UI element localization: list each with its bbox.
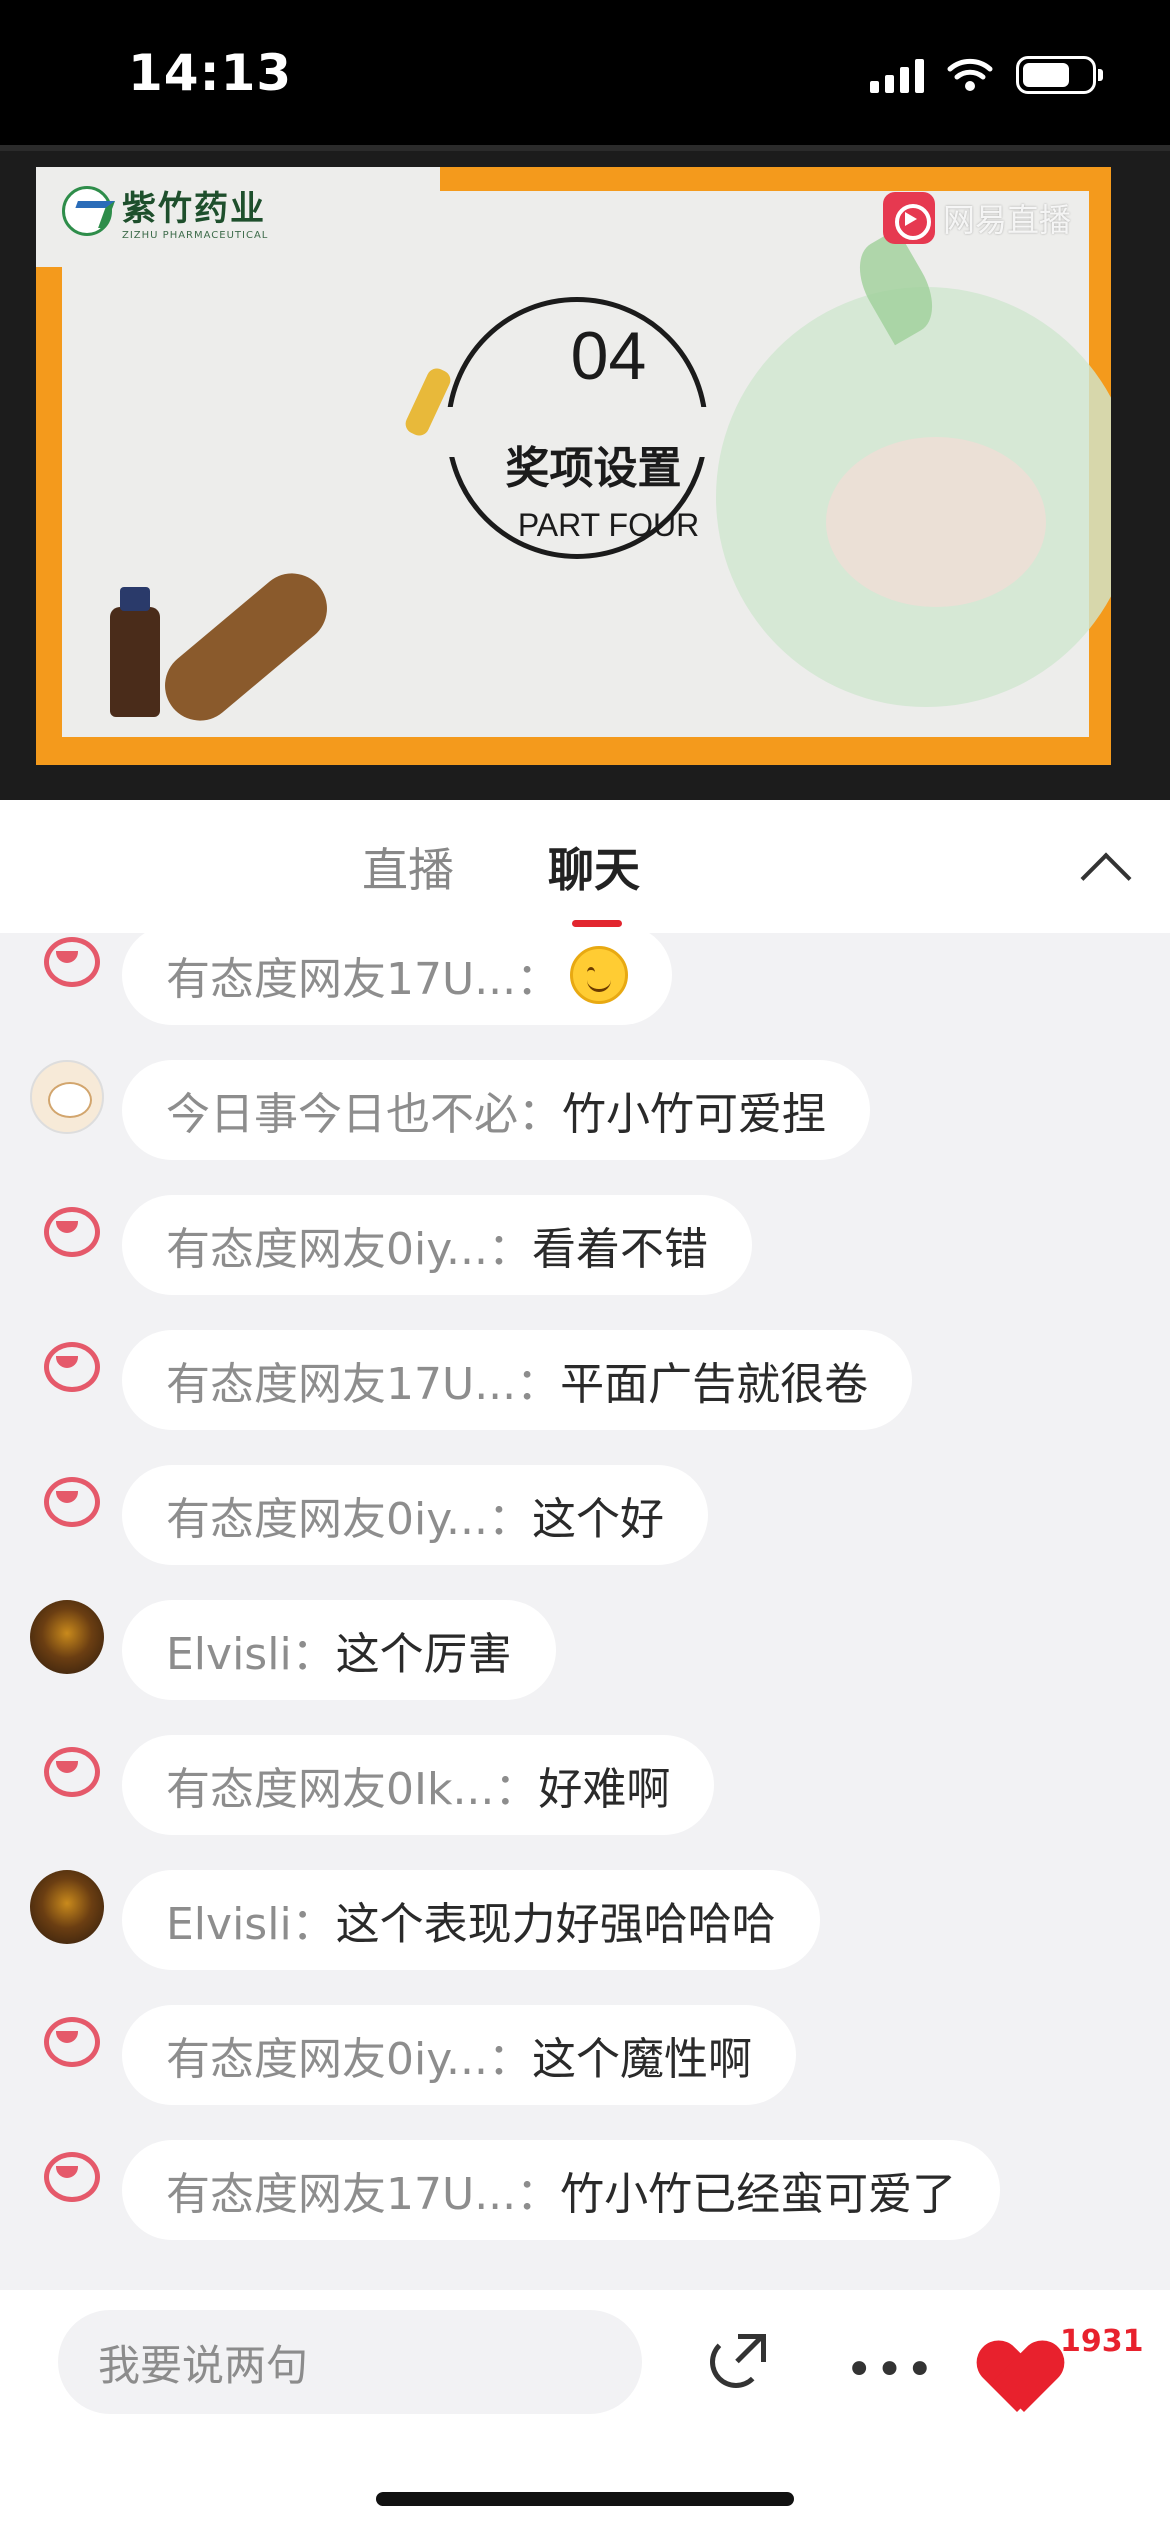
status-bar: 14:13 (0, 0, 1170, 145)
avatar[interactable] (30, 2140, 104, 2214)
chevron-up-icon[interactable] (1080, 852, 1132, 904)
tab-bar: 直播 聊天 (0, 800, 1170, 933)
message-bubble[interactable]: 有态度网友17U...： 竹小竹已经蛮可爱了 (122, 2140, 1001, 2240)
avatar[interactable] (30, 1465, 104, 1539)
scoop-illustration (150, 559, 342, 735)
watermark-text: 网易直播 (942, 201, 1071, 239)
avatar[interactable] (30, 2005, 104, 2079)
live-watermark: 网易直播 (882, 192, 1071, 244)
message-text: 这个表现力好强哈哈哈 (335, 1899, 776, 1950)
message-nickname: 有态度网友0Ik...： (166, 1764, 539, 1815)
message-bubble[interactable]: Elvisli： 这个表现力好强哈哈哈 (122, 1870, 820, 1970)
brand-logo-mark (62, 186, 112, 236)
message-text: 竹小竹已经蛮可爱了 (560, 2169, 957, 2220)
status-time: 14:13 (128, 44, 293, 102)
message-text: 这个好 (531, 1494, 664, 1545)
bottom-bar: 我要说两句 ••• 1931 (0, 2290, 1170, 2532)
bottle-illustration (110, 587, 160, 717)
message-bubble[interactable]: 有态度网友0iy...： 这个魔性啊 (122, 2005, 796, 2105)
tab-chat[interactable]: 聊天 (548, 834, 640, 900)
avatar[interactable] (30, 1195, 104, 1269)
message-bubble[interactable]: Elvisli： 这个厉害 (122, 1600, 556, 1700)
message-text: 平面广告就很卷 (560, 1359, 869, 1410)
heart-icon (980, 2342, 1054, 2416)
chat-message[interactable]: 今日事今日也不必： 竹小竹可爱捏 (0, 1060, 1170, 1160)
message-bubble[interactable]: 有态度网友0iy...： 这个好 (122, 1465, 708, 1565)
avatar[interactable] (30, 1060, 104, 1134)
brand-logo: 紫竹药业 ZIZHU PHARMACEUTICAL (62, 181, 268, 241)
message-bubble[interactable]: 有态度网友0iy...： 看着不错 (122, 1195, 752, 1295)
battery-icon (1016, 56, 1103, 94)
avatar[interactable] (30, 1870, 104, 1944)
smiling-face-icon (570, 946, 629, 1004)
chat-message[interactable]: Elvisli： 这个表现力好强哈哈哈 (0, 1870, 1170, 1970)
message-nickname: 有态度网友17U...： (166, 954, 561, 1005)
avatar[interactable] (30, 1330, 104, 1404)
message-nickname: 有态度网友0iy...： (166, 1494, 532, 1545)
chat-message[interactable]: 有态度网友17U...： 竹小竹已经蛮可爱了 (0, 2140, 1170, 2240)
wifi-icon (947, 58, 993, 91)
chat-message[interactable]: 有态度网友0Ik...： 好难啊 (0, 1735, 1170, 1835)
tab-live[interactable]: 直播 (362, 834, 454, 900)
part-number: 04 (570, 318, 647, 394)
message-nickname: 今日事今日也不必： (166, 1089, 562, 1140)
slide-subtitle: PART FOUR (517, 507, 700, 543)
home-indicator (376, 2492, 794, 2506)
message-nickname: 有态度网友17U...： (166, 2169, 561, 2220)
presentation-slide: 紫竹药业 ZIZHU PHARMACEUTICAL 04 奖项设置 PART F… (36, 167, 1111, 765)
message-nickname: 有态度网友17U...： (166, 1359, 561, 1410)
message-nickname: 有态度网友0iy...： (166, 2034, 532, 2085)
chat-message[interactable]: 有态度网友0iy...： 这个好 (0, 1465, 1170, 1565)
message-text: 这个厉害 (335, 1629, 512, 1680)
message-text: 看着不错 (531, 1224, 708, 1275)
message-nickname: 有态度网友0iy...： (166, 1224, 532, 1275)
more-icon[interactable]: ••• (845, 2342, 936, 2398)
cellular-signal-icon (870, 57, 924, 93)
like-count: 1931 (1060, 2324, 1144, 2359)
chat-message[interactable]: 有态度网友0iy...： 这个魔性啊 (0, 2005, 1170, 2105)
message-bubble[interactable]: 有态度网友17U...： 平面广告就很卷 (122, 1330, 913, 1430)
chat-message[interactable]: 有态度网友17U...： (0, 933, 1170, 1025)
message-bubble[interactable]: 今日事今日也不必： 竹小竹可爱捏 (122, 1060, 870, 1160)
chat-list[interactable]: 有态度网友17U...： 今日事今日也不必： 竹小竹可爱捏 有态度网友0iy...：看… (0, 933, 1170, 2290)
message-text: 竹小竹可爱捏 (562, 1089, 826, 1140)
chat-message[interactable]: 有态度网友0iy...： 看着不错 (0, 1195, 1170, 1295)
avatar[interactable] (30, 933, 104, 999)
message-nickname: Elvisli： (166, 1629, 336, 1680)
video-player[interactable]: 紫竹药业 ZIZHU PHARMACEUTICAL 04 奖项设置 PART F… (0, 145, 1170, 800)
netease-live-icon (882, 192, 935, 244)
brand-name-cn: 紫竹药业 (122, 189, 266, 229)
brand-name-en: ZIZHU PHARMACEUTICAL (122, 230, 269, 241)
message-text: 这个魔性啊 (531, 2034, 752, 2085)
message-bubble[interactable]: 有态度网友17U...： (122, 933, 673, 1025)
chat-message[interactable]: 有态度网友17U...： 平面广告就很卷 (0, 1330, 1170, 1430)
avatar[interactable] (30, 1735, 104, 1809)
comment-input[interactable]: 我要说两句 (58, 2310, 642, 2414)
message-text: 好难啊 (538, 1764, 671, 1815)
message-nickname: Elvisli： (166, 1899, 336, 1950)
slide-title: 奖项设置 (505, 443, 682, 494)
status-icons (870, 56, 1103, 94)
share-arrow-icon (738, 2334, 766, 2362)
message-bubble[interactable]: 有态度网友0Ik...： 好难啊 (122, 1735, 715, 1835)
active-tab-indicator (572, 920, 622, 927)
avatar[interactable] (30, 1600, 104, 1674)
chat-message[interactable]: Elvisli： 这个厉害 (0, 1600, 1170, 1700)
